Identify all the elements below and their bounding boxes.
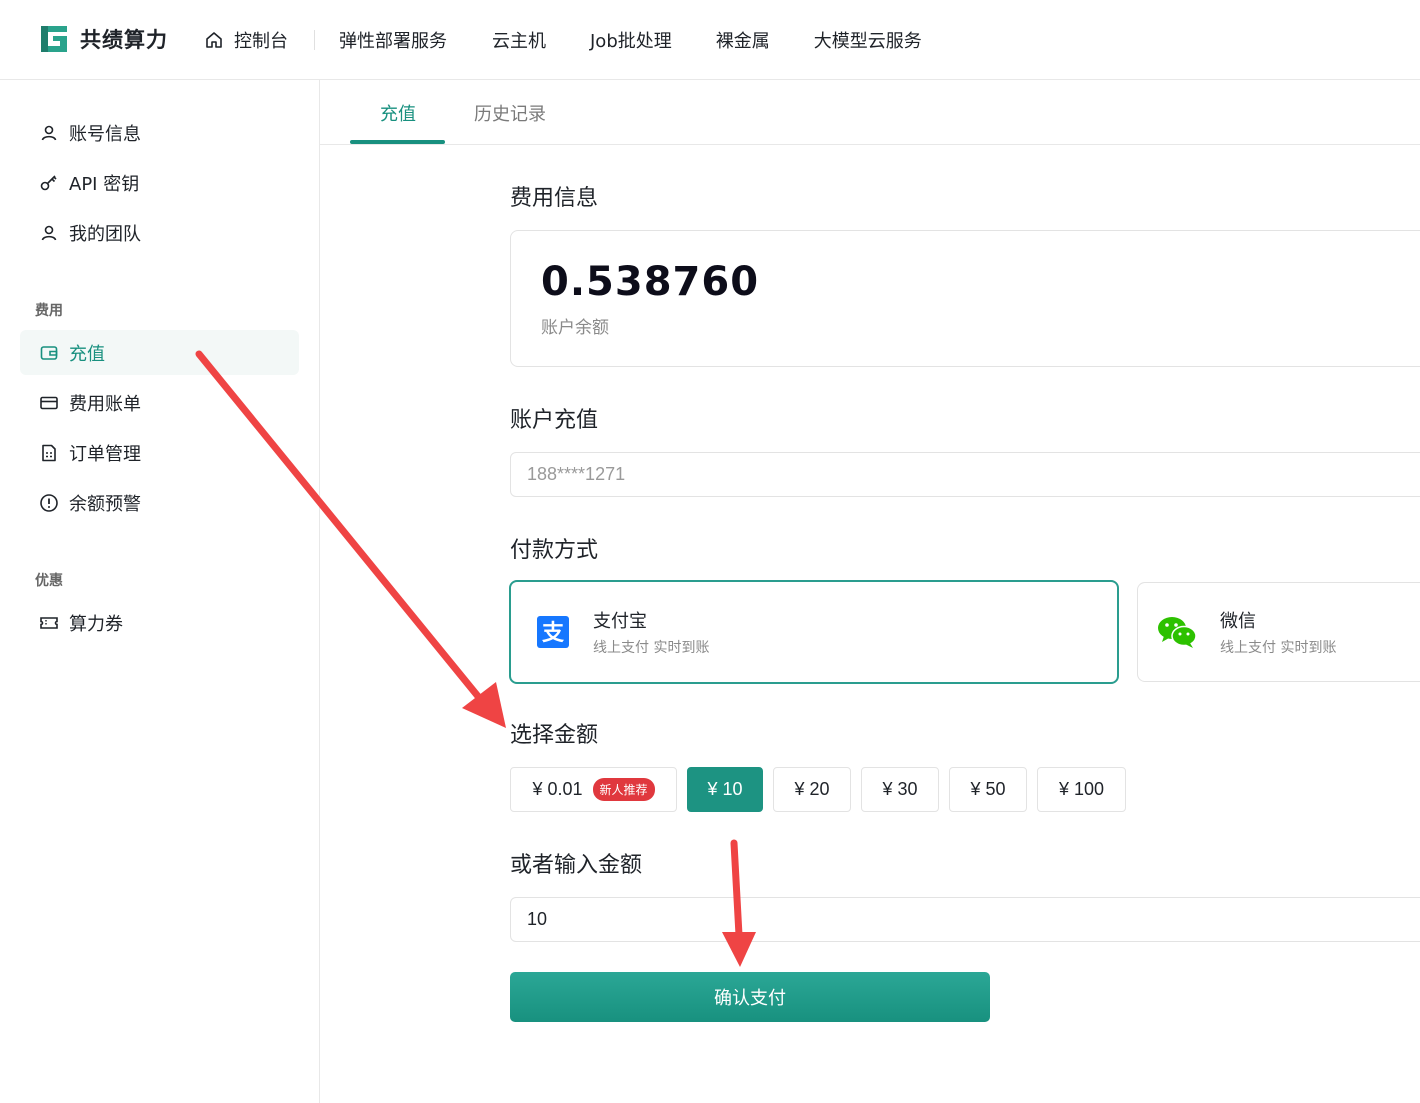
custom-amount-input[interactable]: 10 — [510, 897, 1420, 942]
sidebar-item-label: 余额预警 — [69, 493, 141, 515]
amount-label: ¥ 50 — [970, 779, 1006, 799]
nav-label: 大模型云服务 — [813, 31, 922, 52]
wechat-icon — [1158, 617, 1197, 648]
payment-option-wechat[interactable]: 微信 线上支付 实时到账 — [1137, 582, 1420, 682]
document-icon — [42, 444, 56, 461]
nav-label: 弹性部署服务 — [339, 31, 447, 52]
team-icon — [41, 225, 57, 240]
confirm-payment-button[interactable]: 确认支付 — [510, 972, 990, 1022]
fee-info-title: 费用信息 — [510, 186, 599, 211]
nav-item-job[interactable]: Job批处理 — [590, 26, 672, 54]
account-field: 188****1271 — [510, 452, 1420, 497]
sidebar-item-team[interactable]: 我的团队 — [20, 210, 299, 255]
sidebar-item-label: 账号信息 — [69, 123, 141, 145]
main-nav: 控制台 弹性部署服务 云主机 Job批处理 裸金属 大模型云服务 — [204, 26, 922, 54]
wallet-icon — [40, 345, 58, 360]
nav-label: 控制台 — [234, 31, 288, 52]
sidebar-item-label: API 密钥 — [69, 173, 140, 195]
sidebar-item-label: 算力券 — [69, 613, 123, 635]
sidebar-item-vouchers[interactable]: 算力券 — [20, 600, 299, 645]
amount-option-100[interactable]: ¥ 100 — [1037, 767, 1126, 812]
payment-title: 付款方式 — [510, 538, 599, 563]
sidebar: 账号信息 API 密钥 我的团队 费用 充值 费用账单 订单管理 余额预警 优惠… — [0, 80, 320, 1103]
nav-label: 裸金属 — [715, 31, 770, 52]
amount-label: ¥ 10 — [707, 779, 743, 799]
balance-card: 0.538760 账户余额 — [510, 230, 1420, 367]
tab-recharge[interactable]: 充值 — [380, 100, 416, 126]
top-navbar: 共绩算力 控制台 弹性部署服务 云主机 Job批处理 裸金属 大模型云服务 — [0, 0, 1420, 80]
nav-item-elastic[interactable]: 弹性部署服务 — [339, 26, 447, 54]
payment-name: 支付宝 — [593, 611, 647, 632]
nav-label: 云主机 — [492, 31, 546, 52]
amount-title: 选择金额 — [510, 723, 599, 748]
nav-item-console[interactable]: 控制台 — [204, 26, 288, 54]
amount-option-20[interactable]: ¥ 20 — [773, 767, 851, 812]
payment-desc: 线上支付 实时到账 — [593, 640, 710, 656]
sidebar-item-label: 费用账单 — [69, 393, 141, 415]
sidebar-group-billing: 费用 — [35, 303, 63, 319]
brand-name: 共绩算力 — [80, 28, 168, 52]
logo-icon — [41, 26, 67, 52]
tab-history[interactable]: 历史记录 — [474, 100, 546, 126]
home-icon — [206, 32, 222, 48]
nav-divider — [314, 30, 315, 50]
amount-label: ¥ 100 — [1058, 779, 1105, 799]
user-icon — [41, 125, 57, 140]
alert-icon — [40, 493, 58, 512]
card-icon — [40, 396, 58, 409]
balance-value: 0.538760 — [541, 259, 760, 305]
amount-option-10[interactable]: ¥ 10 — [687, 767, 763, 812]
payment-name: 微信 — [1220, 611, 1256, 632]
nav-item-llm-cloud[interactable]: 大模型云服务 — [814, 26, 922, 54]
payment-option-alipay[interactable]: 支 支付宝 线上支付 实时到账 — [509, 580, 1119, 684]
custom-amount-title: 或者输入金额 — [510, 853, 643, 878]
sidebar-item-account[interactable]: 账号信息 — [20, 110, 299, 155]
ticket-icon — [40, 616, 58, 629]
payment-desc: 线上支付 实时到账 — [1220, 640, 1337, 656]
sidebar-item-balance-alert[interactable]: 余额预警 — [20, 480, 299, 525]
amount-option-50[interactable]: ¥ 50 — [949, 767, 1027, 812]
svg-text:支: 支 — [542, 621, 565, 646]
nav-item-bare-metal[interactable]: 裸金属 — [716, 26, 770, 54]
nav-item-cloud-host[interactable]: 云主机 — [492, 26, 546, 54]
nav-label: Job批处理 — [590, 31, 672, 52]
sidebar-group-promo: 优惠 — [35, 573, 63, 589]
sidebar-item-bills[interactable]: 费用账单 — [20, 380, 299, 425]
sidebar-item-label: 我的团队 — [69, 223, 141, 245]
amount-label: ¥ 20 — [794, 779, 830, 799]
amount-option-0.01[interactable]: ¥ 0.01 新人推荐 — [510, 767, 677, 812]
sidebar-item-label: 充值 — [69, 343, 105, 365]
amount-label: ¥ 30 — [882, 779, 918, 799]
sidebar-item-label: 订单管理 — [69, 443, 141, 465]
balance-label: 账户余额 — [541, 318, 609, 338]
key-icon — [40, 174, 57, 190]
active-tab-indicator — [350, 140, 445, 144]
recharge-title: 账户充值 — [510, 408, 599, 433]
brand-logo[interactable]: 共绩算力 — [38, 24, 168, 54]
amount-label: ¥ 0.01 — [532, 779, 583, 799]
sidebar-item-orders[interactable]: 订单管理 — [20, 430, 299, 475]
alipay-icon: 支 — [537, 616, 569, 648]
new-user-badge: 新人推荐 — [592, 778, 655, 801]
amount-option-30[interactable]: ¥ 30 — [861, 767, 939, 812]
page-tabs: 充值 历史记录 — [320, 80, 1420, 145]
sidebar-item-api-key[interactable]: API 密钥 — [20, 160, 299, 205]
sidebar-item-recharge[interactable]: 充值 — [20, 330, 299, 375]
